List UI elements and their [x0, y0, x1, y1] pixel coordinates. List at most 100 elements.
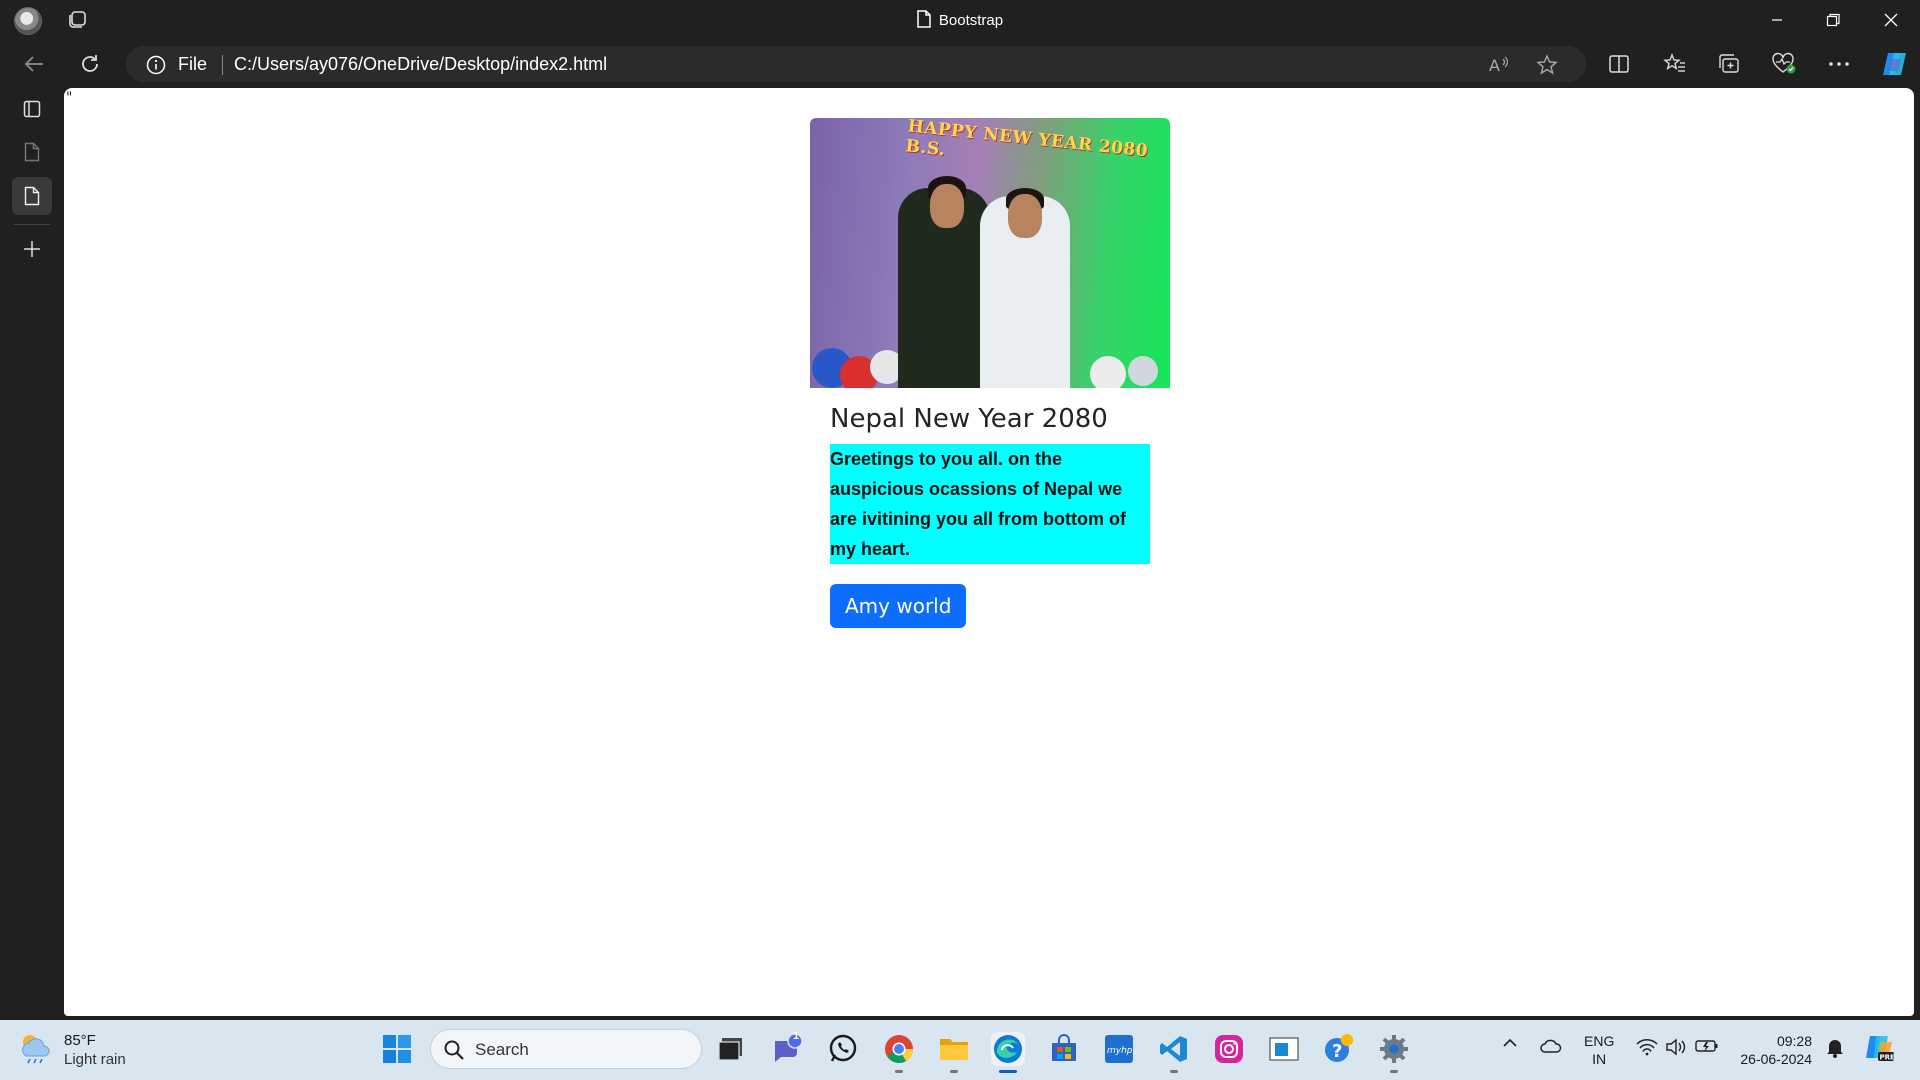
svg-text:PRE: PRE [1880, 1054, 1896, 1062]
myhp-app[interactable]: myhp [1102, 1032, 1136, 1066]
sidebar-divider [14, 224, 50, 225]
close-icon [1884, 13, 1898, 27]
get-help-app[interactable]: ? [1322, 1032, 1356, 1066]
scheme-label[interactable]: File [178, 54, 207, 75]
weather-temp: 85°F [64, 1032, 96, 1049]
store-icon [1052, 1034, 1076, 1061]
cloud-rain-icon [22, 1035, 50, 1064]
copilot-preview-button[interactable]: PRE [1864, 1032, 1896, 1064]
browser-toolbar: File C:/Users/ay076/OneDrive/Desktop/ind… [0, 40, 1920, 88]
volume-button[interactable] [1665, 1038, 1687, 1056]
file-explorer-app[interactable] [937, 1032, 971, 1073]
card: HAPPY NEW YEAR 2080 B.S. Nepal New Year … [810, 118, 1170, 644]
refresh-icon [82, 55, 98, 72]
url-text[interactable]: C:/Users/ay076/OneDrive/Desktop/index2.h… [234, 54, 607, 75]
myhp-icon: myhp [1105, 1035, 1133, 1063]
battery-button[interactable] [1695, 1038, 1719, 1054]
window-title-text: Bootstrap [938, 12, 1004, 29]
title-bar: Bootstrap [0, 0, 1920, 40]
clock-time: 09:28 [1776, 1033, 1812, 1049]
page-icon [24, 142, 40, 162]
chrome-icon [885, 1035, 913, 1063]
page-icon [24, 186, 40, 206]
taskbar-clock[interactable]: 09:28 26-06-2024 [1736, 1032, 1812, 1068]
vscode-app[interactable] [1157, 1032, 1191, 1073]
card-body: Nepal New Year 2080 Greetings to you all… [810, 388, 1170, 644]
collections-icon[interactable] [1716, 51, 1742, 77]
split-screen-icon[interactable] [1606, 51, 1632, 77]
tab-item-bootstrap[interactable] [12, 177, 52, 215]
minimize-icon [1772, 19, 1782, 21]
whatsapp-icon [829, 1034, 857, 1062]
onedrive-button[interactable] [1540, 1038, 1562, 1054]
page-viewport: " HAPPY NEW YEAR 2080 B.S. Nepal New Yea… [64, 88, 1914, 1016]
restore-button[interactable] [1810, 6, 1856, 34]
folder-icon [940, 1039, 968, 1060]
svg-text:?: ? [1332, 1041, 1342, 1062]
app-window-app[interactable] [1267, 1032, 1301, 1066]
tab-actions-button[interactable] [12, 90, 52, 128]
restore-icon [1826, 13, 1840, 27]
copilot-icon[interactable] [1880, 51, 1910, 77]
chrome-app[interactable] [882, 1032, 916, 1073]
address-bar[interactable]: File C:/Users/ay076/OneDrive/Desktop/ind… [126, 46, 1586, 82]
refresh-button[interactable] [74, 49, 106, 79]
language-line1: ENG [1584, 1033, 1615, 1049]
edge-app[interactable] [991, 1032, 1025, 1073]
back-arrow-icon [24, 56, 43, 72]
task-view-app[interactable] [714, 1032, 748, 1066]
language-line2: IN [1592, 1051, 1607, 1067]
card-image: HAPPY NEW YEAR 2080 B.S. [810, 118, 1170, 388]
instagram-app[interactable] [1212, 1032, 1246, 1066]
clock-date: 26-06-2024 [1740, 1051, 1812, 1067]
language-indicator[interactable]: ENG IN [1584, 1032, 1614, 1068]
speaker-icon [1666, 1038, 1686, 1056]
address-separator [222, 55, 223, 75]
info-icon[interactable] [146, 55, 166, 75]
svg-text:A: A [1489, 56, 1500, 75]
window-title: Bootstrap [0, 10, 1920, 29]
stray-quote-text: " [66, 90, 73, 106]
show-hidden-icons-button[interactable] [1502, 1038, 1518, 1048]
instagram-icon [1215, 1035, 1243, 1063]
microsoft-store-app[interactable] [1047, 1032, 1081, 1066]
more-options-icon[interactable] [1826, 51, 1852, 77]
image-banner-text: HAPPY NEW YEAR 2080 B.S. [904, 118, 1150, 162]
whatsapp-app[interactable] [826, 1032, 860, 1066]
teams-app[interactable]: 1 [770, 1030, 804, 1066]
gear-icon [1380, 1035, 1408, 1063]
favorite-star-icon[interactable] [1536, 54, 1558, 76]
favorites-icon[interactable] [1662, 51, 1688, 77]
close-button[interactable] [1868, 6, 1914, 34]
amy-world-button[interactable]: Amy world [830, 584, 967, 628]
notifications-button[interactable] [1826, 1038, 1844, 1058]
weather-widget[interactable]: 85°F Light rain [18, 1030, 126, 1071]
vertical-tabs-sidebar [0, 88, 64, 1020]
windows-start-icon[interactable] [382, 1034, 412, 1064]
task-view-icon [718, 1038, 742, 1061]
search-icon [444, 1040, 464, 1060]
tab-item-1[interactable] [12, 133, 52, 171]
teams-badge: 1 [793, 1030, 800, 1042]
plus-icon [24, 241, 40, 257]
vscode-icon [1160, 1036, 1187, 1062]
bell-icon [1827, 1040, 1843, 1058]
back-button[interactable] [18, 49, 50, 79]
battery-icon [1695, 1040, 1718, 1052]
taskbar-search[interactable]: Search [430, 1029, 702, 1069]
card-title: Nepal New Year 2080 [830, 404, 1108, 434]
read-aloud-icon[interactable]: A [1488, 54, 1510, 76]
tab-actions-icon [23, 100, 41, 118]
new-tab-button[interactable] [12, 230, 52, 268]
weather-condition: Light rain [64, 1051, 126, 1068]
minimize-button[interactable] [1754, 6, 1800, 34]
wifi-button[interactable] [1636, 1038, 1658, 1056]
card-text: Greetings to you all. on the auspicious … [830, 444, 1150, 564]
help-icon: ? [1325, 1034, 1353, 1062]
browser-essentials-icon[interactable] [1771, 51, 1797, 77]
settings-app[interactable] [1377, 1032, 1411, 1073]
taskbar: 85°F Light rain Search 1 myhp ? ENG IN 0… [0, 1020, 1920, 1080]
document-icon [917, 10, 931, 28]
svg-text:myhp: myhp [1107, 1046, 1133, 1056]
wifi-icon [1636, 1039, 1658, 1056]
